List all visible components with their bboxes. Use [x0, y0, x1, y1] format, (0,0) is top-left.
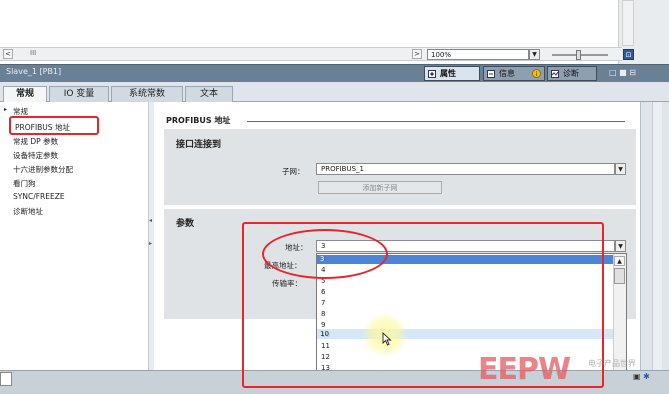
svg-text:i: i — [536, 71, 538, 78]
tab-system-constants[interactable]: 系统常数 — [111, 86, 183, 102]
add-subnet-button[interactable]: 添加新子网 — [318, 181, 442, 194]
subnet-label: 子网： — [282, 167, 305, 176]
inspector-title: Slave_1 [PB1] — [6, 67, 62, 76]
mouse-cursor-icon — [382, 332, 392, 346]
scroll-left-button[interactable]: < — [3, 49, 13, 59]
nav-item-watchdog[interactable]: 看门狗 — [13, 178, 36, 189]
tab-diagnostics-label: 诊断 — [563, 69, 579, 78]
interface-section-title: 接口连接到 — [176, 140, 222, 150]
tray-network-icon[interactable]: ✱ — [643, 372, 650, 381]
zoom-level-input[interactable]: 100% — [427, 49, 529, 60]
annotation-ellipse — [262, 229, 388, 279]
editor-vertical-scrollbar[interactable] — [622, 0, 634, 46]
nav-item-hex-params[interactable]: 十六进制参数分配 — [13, 164, 73, 175]
zoom-slider-thumb[interactable] — [576, 50, 581, 60]
content-heading: PROFIBUS 地址 — [166, 116, 231, 125]
splitter-arrow-left-icon[interactable]: ◂ — [149, 217, 152, 224]
info-icon: i — [532, 69, 541, 78]
editor-canvas[interactable] — [0, 0, 618, 47]
inspector-vertical-scrollbar[interactable] — [652, 102, 662, 372]
scroll-up-icon[interactable]: ▲ — [614, 256, 625, 266]
watermark-subtitle: 电子产品世界 — [588, 359, 636, 368]
tab-general[interactable]: 常规 — [3, 86, 47, 103]
window-controls[interactable]: □ ■ ⊟ — [609, 68, 636, 77]
info-tab-icon — [487, 70, 495, 78]
tab-info[interactable]: 信息 i — [483, 66, 545, 81]
parameters-section-title: 参数 — [176, 219, 195, 229]
tab-properties-label: 属性 — [440, 69, 456, 78]
tab-info-label: 信息 — [499, 69, 515, 78]
nav-item-device-params[interactable]: 设备特定参数 — [13, 150, 58, 161]
subnet-select[interactable]: PROFIBUS_1 — [316, 163, 615, 175]
tab-diagnostics[interactable]: 诊断 — [547, 66, 597, 81]
zoom-dropdown-button[interactable]: ▼ — [529, 49, 540, 60]
splitter-arrow-right-icon[interactable]: ▸ — [149, 240, 152, 247]
tab-texts[interactable]: 文本 — [185, 86, 233, 102]
status-box[interactable] — [0, 372, 12, 386]
nav-item-general-dp-params[interactable]: 常规 DP 参数 — [13, 136, 58, 147]
heading-divider — [247, 121, 625, 122]
properties-nav-tree: ▸ 常规 PROFIBUS 地址 常规 DP 参数 设备特定参数 十六进制参数分… — [0, 102, 152, 370]
tab-io-tags[interactable]: IO 变量 — [49, 86, 109, 102]
tray-icons[interactable]: ▣ ✱ — [633, 372, 650, 381]
watermark-logo: EEPW — [478, 352, 571, 387]
nav-item-sync-freeze[interactable]: SYNC/FREEZE — [13, 192, 65, 201]
annotation-rectangle — [9, 116, 99, 135]
options-scroll-thumb[interactable] — [614, 268, 625, 284]
diagnostics-icon — [551, 70, 559, 78]
zoom-fit-icon[interactable]: ⊡ — [623, 49, 634, 60]
nav-item-diag-address[interactable]: 诊断地址 — [13, 206, 43, 217]
tab-properties[interactable]: 属性 — [424, 66, 480, 81]
properties-icon — [428, 70, 436, 78]
subnet-dropdown-icon[interactable]: ▼ — [615, 163, 626, 175]
tray-window-icon[interactable]: ▣ — [633, 372, 641, 381]
expand-arrow-icon[interactable]: ▸ — [4, 106, 7, 113]
scroll-grip[interactable]: III — [30, 49, 36, 57]
address-dropdown-icon[interactable]: ▼ — [615, 240, 626, 252]
scroll-right-button[interactable]: > — [412, 49, 422, 59]
